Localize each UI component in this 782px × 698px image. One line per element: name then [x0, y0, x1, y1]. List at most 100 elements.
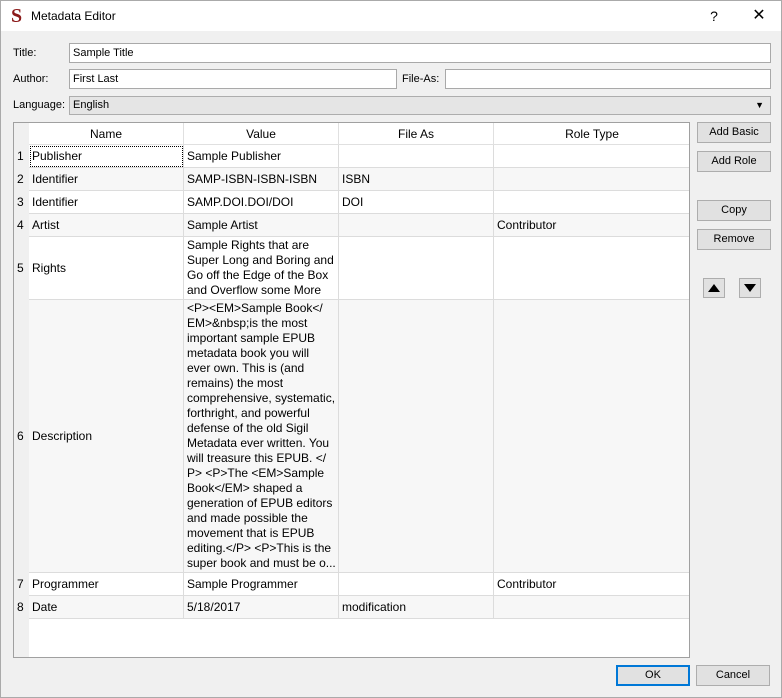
cell-text: Sample Programmer — [187, 576, 298, 591]
cell-text-line: comprehensive, systematic, — [187, 391, 336, 405]
row-number: 8 — [17, 600, 24, 614]
row-number: 5 — [17, 261, 24, 275]
header-role-type[interactable]: Role Type — [494, 123, 689, 145]
cell-role[interactable] — [494, 168, 689, 191]
cell-text-line: defense of the old Sigil — [187, 421, 309, 435]
cell-text: DOI — [342, 194, 364, 209]
language-select[interactable]: English ▼ — [69, 96, 771, 115]
cell-role[interactable] — [494, 191, 689, 214]
cell-text: Sample Artist — [187, 217, 258, 232]
ok-button[interactable]: OK — [616, 665, 690, 686]
row-number: 3 — [17, 195, 24, 209]
cell-file-as[interactable] — [339, 237, 494, 300]
help-button[interactable]: ? — [705, 6, 723, 26]
chevron-down-icon: ▼ — [755, 100, 764, 110]
cell-text: Rights — [32, 260, 67, 275]
cell-text-line: metadata book you will — [187, 346, 310, 360]
title-bar: S Metadata Editor ? ✕ — [1, 1, 781, 31]
cell-text-line: will treasure this EPUB. </ — [187, 451, 327, 465]
cell-name[interactable]: Publisher — [29, 145, 184, 168]
cancel-button[interactable]: Cancel — [696, 665, 770, 686]
author-label: Author: — [13, 73, 49, 85]
cell-file-as[interactable]: DOI — [339, 191, 494, 214]
cell-file-as[interactable] — [339, 573, 494, 596]
cell-text-line: editing.</P> <P>This is the — [187, 541, 332, 555]
cell-text: 5/18/2017 — [187, 599, 241, 614]
cell-text: ISBN — [342, 171, 371, 186]
cell-value[interactable]: Sample Programmer — [184, 573, 339, 596]
cell-value[interactable]: Sample Rights that are Super Long and Bor… — [184, 237, 339, 300]
cell-role[interactable]: Contributor — [494, 214, 689, 237]
cell-text: Identifier — [32, 171, 79, 186]
cell-text-line: remains) the most — [187, 376, 284, 390]
cell-text: SAMP-ISBN-ISBN-ISBN — [187, 171, 318, 186]
cell-file-as[interactable]: modification — [339, 596, 494, 619]
move-up-button[interactable] — [703, 278, 725, 298]
cell-file-as[interactable]: ISBN — [339, 168, 494, 191]
cell-value[interactable]: SAMP.DOI.DOI/DOI — [184, 191, 339, 214]
header-name[interactable]: Name — [29, 123, 184, 145]
cell-file-as[interactable] — [339, 145, 494, 168]
add-basic-button[interactable]: Add Basic — [697, 122, 771, 143]
author-input[interactable]: First Last — [69, 69, 397, 89]
title-label: Title: — [13, 47, 37, 59]
cell-file-as[interactable] — [339, 214, 494, 237]
cell-role[interactable] — [494, 145, 689, 168]
header-value[interactable]: Value — [184, 123, 339, 145]
cell-value[interactable]: 5/18/2017 — [184, 596, 339, 619]
cell-role[interactable] — [494, 300, 689, 573]
cell-name[interactable]: Description — [29, 300, 184, 573]
cell-text-line: Book</EM> shaped a — [187, 481, 303, 495]
cell-text: Artist — [32, 217, 60, 232]
cell-file-as[interactable] — [339, 300, 494, 573]
sigil-app-icon: S — [11, 5, 23, 27]
cell-name[interactable]: Identifier — [29, 191, 184, 214]
cell-name[interactable]: Artist — [29, 214, 184, 237]
cell-text-line: important sample EPUB — [187, 331, 316, 345]
cell-text-line: ever own. This is (and — [187, 361, 305, 375]
cell-text: Date — [32, 599, 58, 614]
row-number: 1 — [17, 149, 24, 163]
cell-text: Identifier — [32, 194, 79, 209]
row-number: 4 — [17, 218, 24, 232]
cell-value[interactable]: Sample Publisher — [184, 145, 339, 168]
header-file-as[interactable]: File As — [339, 123, 494, 145]
file-as-label: File-As: — [402, 73, 440, 85]
cell-text-line: and Overflow some More — [187, 283, 322, 297]
cell-text-line: EM>&nbsp;is the most — [187, 316, 308, 330]
triangle-down-icon — [744, 284, 756, 292]
cell-text-line: Metadata ever written. You — [187, 436, 330, 450]
cell-text-line: super book and must be o... — [187, 556, 336, 570]
metadata-table[interactable]: Name Value File As Role Type 1 Publisher S… — [13, 122, 690, 658]
cell-name[interactable]: Programmer — [29, 573, 184, 596]
close-button[interactable]: ✕ — [737, 4, 781, 28]
metadata-editor-window: S Metadata Editor ? ✕ Title: Sample Titl… — [0, 0, 782, 698]
cell-text: Contributor — [497, 576, 557, 591]
cell-role[interactable] — [494, 596, 689, 619]
cell-role[interactable] — [494, 237, 689, 300]
language-value: English — [73, 99, 110, 111]
title-input[interactable]: Sample Title — [69, 43, 771, 63]
language-label: Language: — [13, 99, 65, 111]
move-down-button[interactable] — [739, 278, 761, 298]
copy-button[interactable]: Copy — [697, 200, 771, 221]
cell-text: modification — [342, 599, 407, 614]
cell-name[interactable]: Rights — [29, 237, 184, 300]
cell-name[interactable]: Date — [29, 596, 184, 619]
cell-name[interactable]: Identifier — [29, 168, 184, 191]
cell-text-line: and made possible the — [187, 511, 308, 525]
file-as-input[interactable] — [445, 69, 771, 89]
cell-text-line: <P><EM>Sample Book</ — [187, 301, 323, 315]
cell-text: Publisher — [32, 148, 83, 163]
cell-text-line: forthright, and powerful — [187, 406, 310, 420]
cell-role[interactable]: Contributor — [494, 573, 689, 596]
cell-value[interactable]: Sample Artist — [184, 214, 339, 237]
cell-value[interactable]: SAMP-ISBN-ISBN-ISBN — [184, 168, 339, 191]
row-number: 7 — [17, 577, 24, 591]
cell-value[interactable]: <P><EM>Sample Book</EM>&nbsp;is the most… — [184, 300, 339, 573]
add-role-button[interactable]: Add Role — [697, 151, 771, 172]
row-number: 2 — [17, 172, 24, 186]
remove-button[interactable]: Remove — [697, 229, 771, 250]
cell-text: Programmer — [32, 576, 99, 591]
row-number: 6 — [17, 429, 24, 443]
